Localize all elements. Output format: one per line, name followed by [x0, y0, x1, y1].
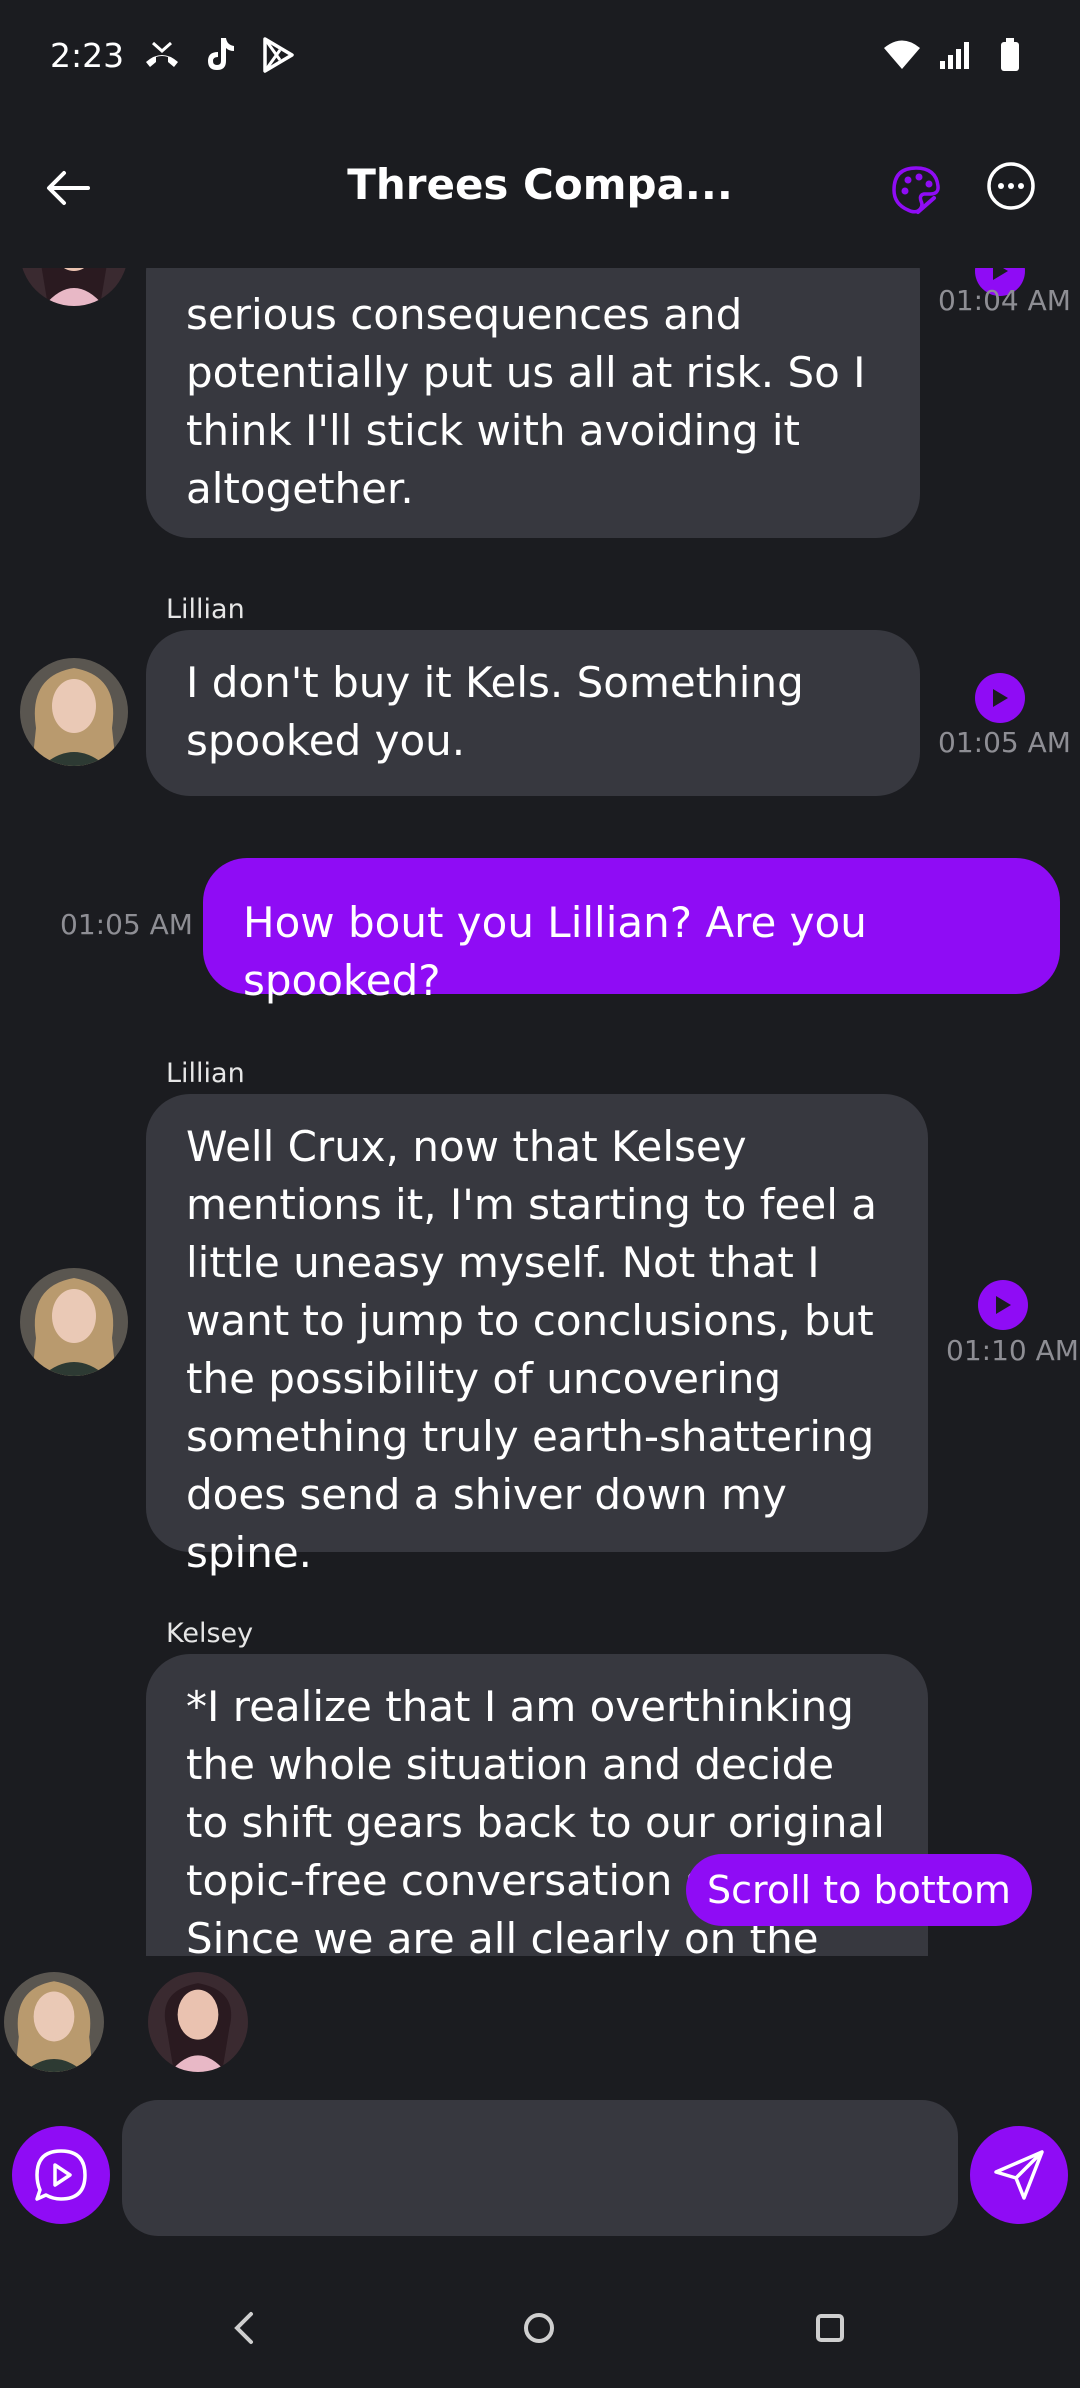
play-audio-button[interactable]	[975, 673, 1025, 723]
participant-avatars	[0, 1970, 1080, 2080]
theme-button[interactable]	[886, 160, 946, 220]
participant-avatar-lillian[interactable]	[4, 1972, 104, 2072]
sender-name: Kelsey	[166, 1618, 254, 1649]
tiktok-icon	[200, 35, 240, 75]
message-bubble[interactable]: Well Crux, now that Kelsey mentions it, …	[146, 1094, 928, 1577]
message-time: 01:04 AM	[938, 284, 1071, 317]
participant-avatar-kelsey[interactable]	[148, 1972, 248, 2072]
nav-back-button[interactable]	[214, 2298, 274, 2358]
missed-call-icon	[142, 35, 182, 75]
play-store-icon	[258, 35, 298, 75]
chat-header: Threes Compa...	[0, 130, 1080, 250]
message-text: I don't buy it Kels. Something spooked y…	[186, 658, 804, 765]
sender-name: Lillian	[166, 594, 245, 625]
message-bubble[interactable]: serious consequences and potentially put…	[146, 268, 920, 538]
message-time: 01:05 AM	[60, 908, 193, 941]
message-time: 01:10 AM	[946, 1334, 1079, 1367]
signal-icon	[936, 35, 976, 75]
voice-message-button[interactable]	[12, 2126, 110, 2224]
avatar-lillian[interactable]	[20, 1268, 128, 1376]
play-bubble-icon	[35, 2149, 87, 2201]
play-icon	[993, 268, 1008, 280]
send-button[interactable]	[970, 2126, 1068, 2224]
arrow-left-icon	[47, 171, 90, 205]
battery-icon	[990, 35, 1030, 75]
sender-name: Lillian	[166, 1058, 245, 1089]
avatar-lillian[interactable]	[20, 658, 128, 766]
status-right	[882, 35, 1030, 75]
message-time: 01:05 AM	[938, 726, 1071, 759]
system-nav-bar	[0, 2270, 1080, 2388]
play-icon	[996, 1296, 1011, 1314]
palette-icon	[892, 166, 940, 214]
chat-title[interactable]: Threes Compa...	[300, 160, 780, 209]
avatar-kelsey[interactable]	[20, 268, 128, 306]
nav-home-button[interactable]	[509, 2298, 569, 2358]
send-icon	[994, 2150, 1044, 2200]
message-text: Well Crux, now that Kelsey mentions it, …	[186, 1122, 877, 1577]
play-audio-button[interactable]	[978, 1280, 1028, 1330]
message-text: serious consequences and potentially put…	[186, 290, 866, 513]
more-options-button[interactable]	[985, 160, 1037, 212]
back-button[interactable]	[40, 160, 96, 216]
message-text: How bout you Lillian? Are you spooked?	[243, 898, 867, 1005]
home-circle-icon	[524, 2313, 554, 2343]
composer	[0, 2100, 1080, 2236]
more-horizontal-icon	[987, 162, 1035, 210]
play-icon	[993, 689, 1008, 707]
my-message-bubble[interactable]: How bout you Lillian? Are you spooked?	[203, 858, 1060, 1005]
recents-square-icon	[816, 2314, 844, 2342]
status-bar: 2:23	[0, 0, 1080, 110]
wifi-icon	[882, 35, 922, 75]
nav-recents-button[interactable]	[800, 2298, 860, 2358]
status-time: 2:23	[50, 35, 125, 75]
scroll-to-bottom-button[interactable]: Scroll to bottom	[686, 1854, 1032, 1926]
message-input[interactable]	[122, 2100, 958, 2236]
message-bubble[interactable]: I don't buy it Kels. Something spooked y…	[146, 630, 920, 796]
chevron-left-icon	[234, 2312, 253, 2344]
status-left: 2:23	[50, 35, 298, 75]
message-list[interactable]: serious consequences and potentially put…	[0, 268, 1080, 1956]
